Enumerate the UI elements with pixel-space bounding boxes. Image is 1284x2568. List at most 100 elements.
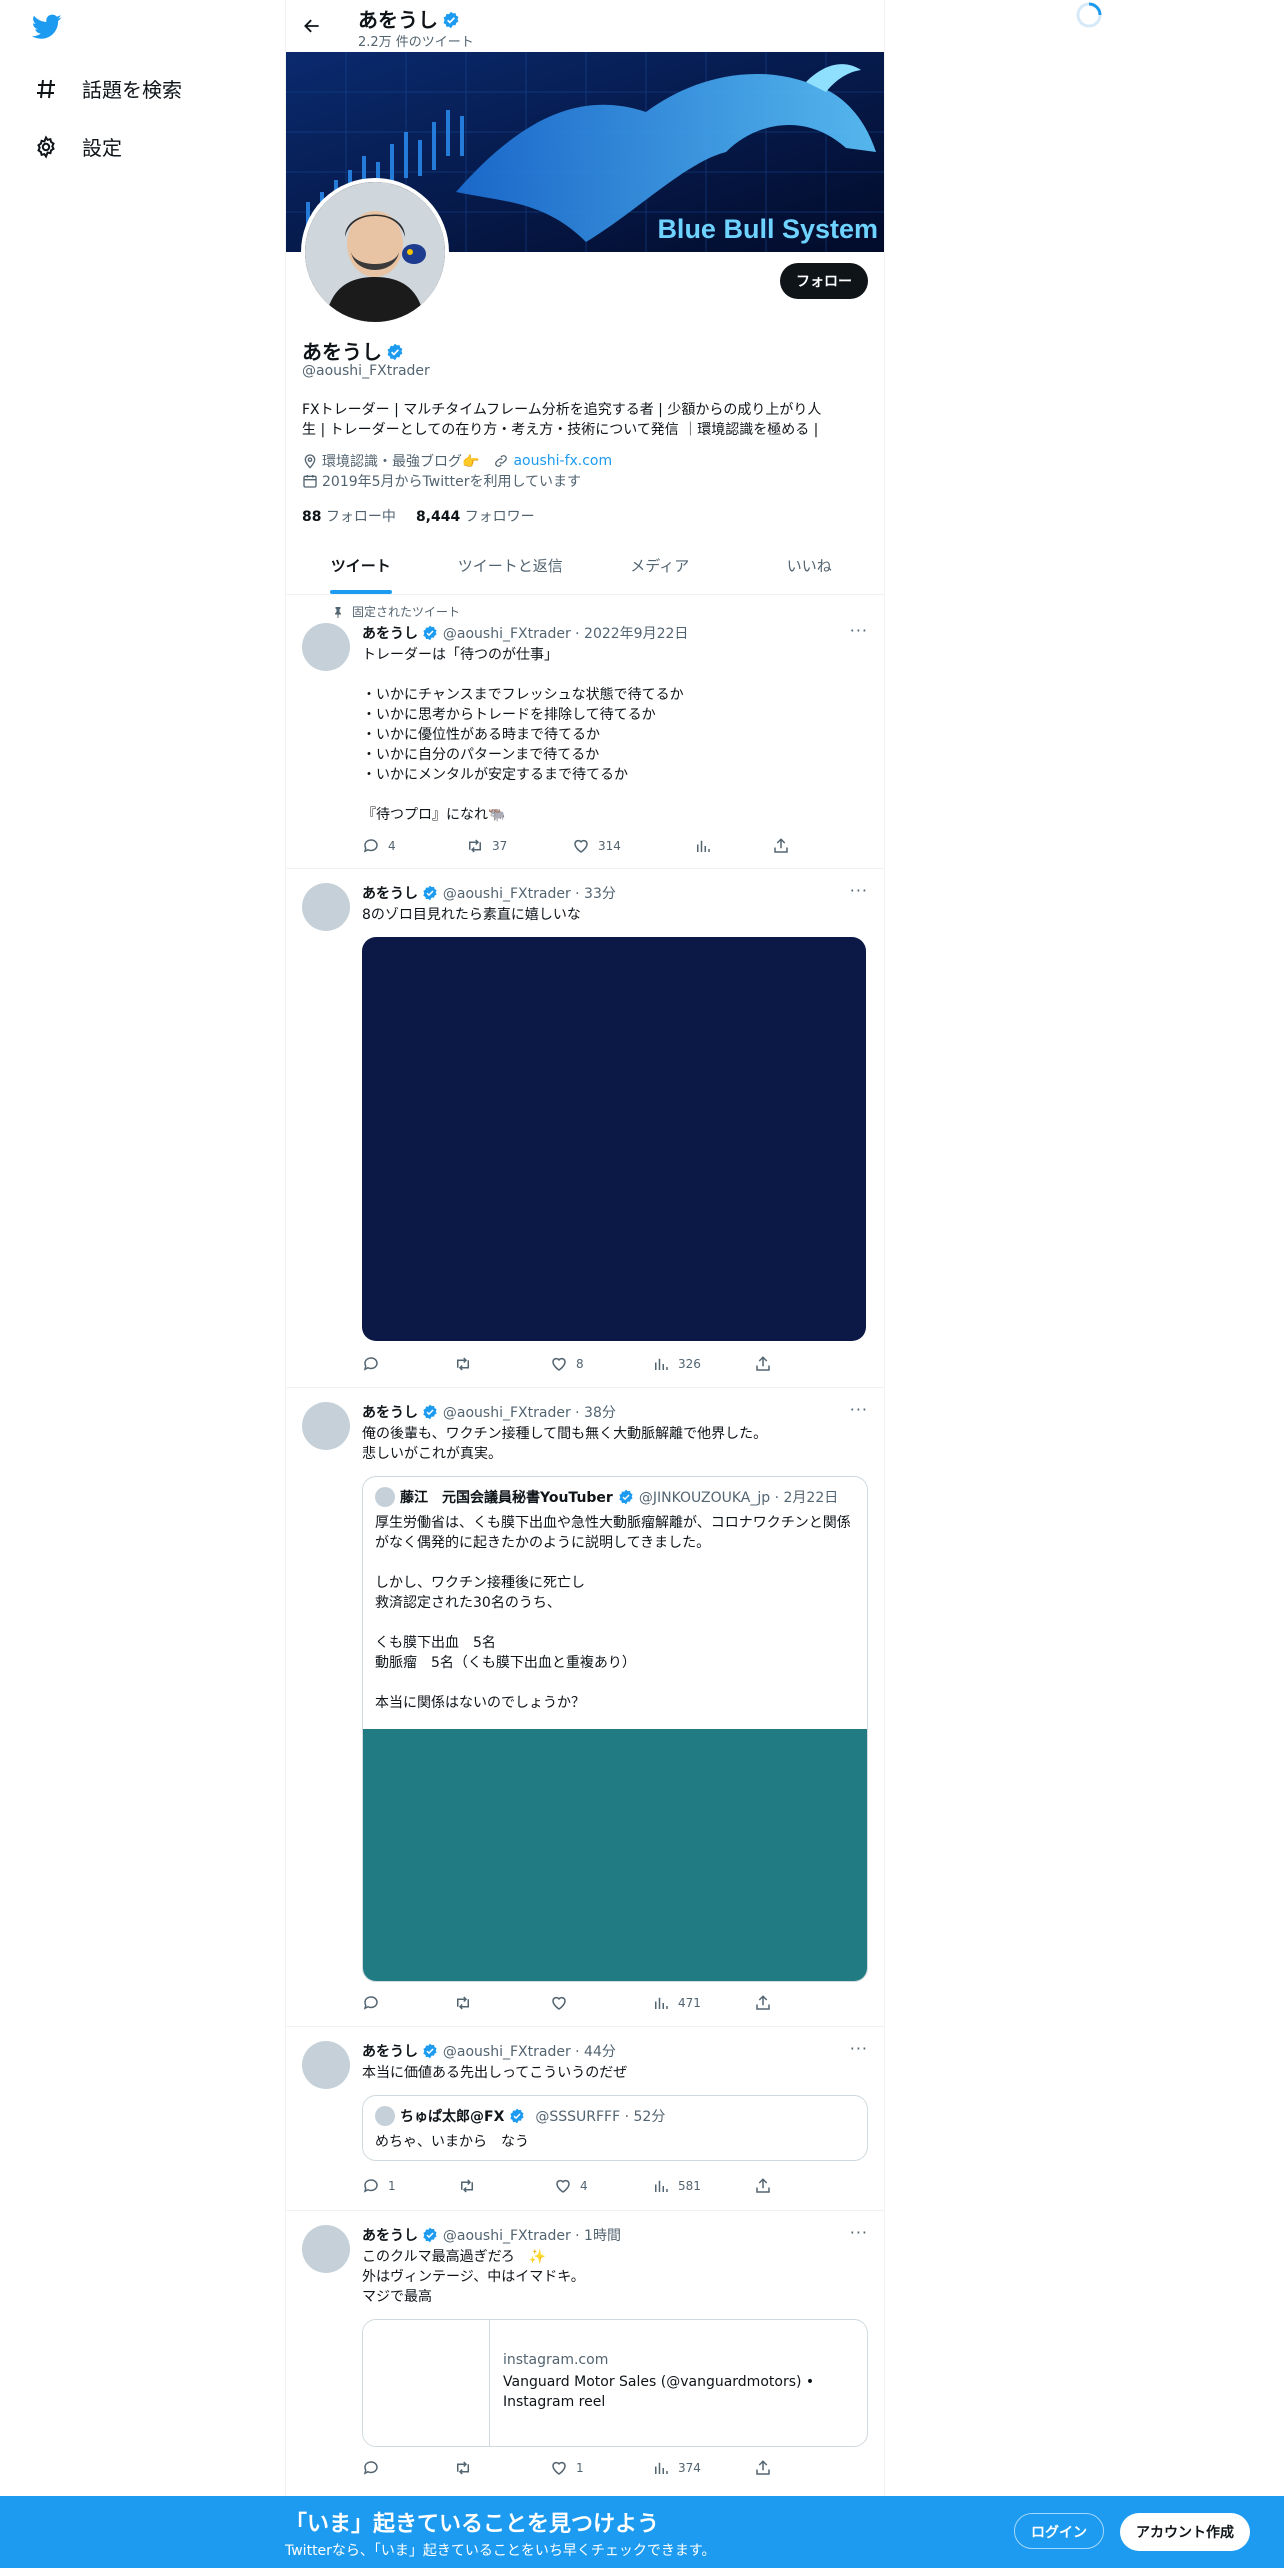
- tab-likes[interactable]: いいね: [735, 538, 885, 594]
- sidebar-item-settings[interactable]: 設定: [34, 132, 122, 161]
- bar-chart-icon: [652, 2459, 670, 2477]
- more-options-icon[interactable]: ···: [850, 621, 868, 640]
- tweet-avatar[interactable]: [302, 623, 350, 671]
- tweet[interactable]: あをうし @aoushi_FXtrader · 1時間 ··· このクルマ最高過…: [286, 2211, 884, 2501]
- tab-media[interactable]: メディア: [585, 538, 735, 594]
- quoted-tweet[interactable]: 藤江 元国会議員秘書YouTuber @JINKOUZOUKA_jp · 2月2…: [362, 1476, 868, 1982]
- tweet-text: トレーダーは「待つのが仕事」 ・いかにチャンスまでフレッシュな状態で待てるか ・…: [362, 647, 684, 823]
- tab-label: ツイート: [330, 557, 391, 575]
- tweet-avatar[interactable]: [302, 2225, 350, 2273]
- more-options-icon[interactable]: ···: [850, 881, 868, 900]
- verified-badge-icon: [618, 1489, 634, 1506]
- like-button[interactable]: 314: [572, 837, 621, 855]
- tweet[interactable]: あをうし @aoushi_FXtrader · 44分 ··· 本当に価値ある先…: [286, 2027, 884, 2211]
- tweet-author-name[interactable]: あをうし: [362, 2044, 418, 2060]
- sidebar-item-label: 設定: [82, 136, 122, 160]
- link-card-title-line1: Vanguard Motor Sales (@vanguardmotors) •: [503, 2374, 815, 2390]
- views-button[interactable]: 374: [652, 2459, 701, 2477]
- verified-badge-icon: [386, 339, 404, 363]
- profile-timeline-column: あをうし 2.2万 件のツイート Blue Bull System フォロー あ…: [285, 0, 885, 2500]
- tab-tweets[interactable]: ツイート: [286, 538, 436, 594]
- retweet-button[interactable]: [458, 2177, 484, 2195]
- like-button[interactable]: 8: [550, 1355, 584, 1373]
- tweet-author-name[interactable]: あをうし: [362, 2228, 418, 2244]
- tweet-count: 2.2万 件のツイート: [358, 35, 474, 50]
- tweet-pinned[interactable]: 固定されたツイート あをうし @aoushi_FXtrader · 2022年9…: [286, 595, 884, 869]
- retweet-button[interactable]: [454, 1994, 480, 2012]
- verified-badge-icon: [509, 2108, 525, 2125]
- tweet-avatar[interactable]: [302, 1402, 350, 1450]
- share-button[interactable]: [754, 1994, 772, 2012]
- twitter-logo-icon[interactable]: [32, 14, 62, 40]
- reply-button[interactable]: [362, 1355, 388, 1373]
- tweet-avatar[interactable]: [302, 883, 350, 931]
- back-arrow-icon[interactable]: [302, 16, 322, 36]
- create-account-button[interactable]: アカウント作成: [1120, 2513, 1250, 2551]
- heart-icon: [572, 837, 590, 855]
- tab-label: いいね: [786, 557, 832, 575]
- quote-text: 厚生労働省は、くも膜下出血や急性大動脈瘤解離が、コロナワクチンと関係がなく偶発的…: [375, 1515, 851, 1711]
- tweet-meta: @aoushi_FXtrader · 2022年9月22日: [442, 626, 689, 642]
- like-button[interactable]: [550, 1994, 576, 2012]
- profile-url-link[interactable]: aoushi-fx.com: [513, 453, 612, 469]
- tab-label: ツイートと返信: [457, 557, 563, 575]
- verified-badge-icon: [422, 2043, 438, 2060]
- tweet[interactable]: あをうし @aoushi_FXtrader · 33分 ··· 8のゾロ目見れた…: [286, 869, 884, 1388]
- share-button[interactable]: [754, 1355, 772, 1373]
- retweet-count: 37: [492, 839, 508, 853]
- views-button[interactable]: [694, 837, 720, 855]
- banner-text: Blue Bull System: [657, 214, 878, 244]
- followers-link[interactable]: 8,444 フォロワー: [416, 506, 535, 526]
- sidebar-item-explore[interactable]: 話題を検索: [34, 74, 182, 103]
- login-button[interactable]: ログイン: [1014, 2513, 1104, 2549]
- share-button[interactable]: [754, 2177, 772, 2195]
- more-options-icon[interactable]: ···: [850, 1400, 868, 1419]
- tweet-actions: 1 4 581: [362, 2177, 802, 2197]
- views-button[interactable]: 326: [652, 1355, 701, 1373]
- views-button[interactable]: 581: [652, 2177, 701, 2195]
- reply-button[interactable]: [362, 1994, 388, 2012]
- retweet-icon: [458, 2177, 476, 2195]
- quote-author-name: 藤江 元国会議員秘書YouTuber: [400, 1490, 613, 1506]
- like-count: 8: [576, 1357, 584, 1371]
- retweet-button[interactable]: [454, 2459, 480, 2477]
- tab-tweets-and-replies[interactable]: ツイートと返信: [436, 538, 586, 594]
- reply-button[interactable]: [362, 2459, 388, 2477]
- header-name: あをうし: [358, 8, 438, 32]
- quoted-tweet[interactable]: ちゅぱ太郎@FX @SSSURFFF · 52分 めちゃ、いまから なう: [362, 2095, 868, 2161]
- retweet-button[interactable]: 37: [466, 837, 507, 855]
- tweet[interactable]: あをうし @aoushi_FXtrader · 38分 ··· 俺の後輩も、ワク…: [286, 1388, 884, 2027]
- tweet-media-image[interactable]: [362, 937, 866, 1341]
- reply-icon: [362, 2459, 380, 2477]
- like-button[interactable]: 1: [550, 2459, 584, 2477]
- retweet-button[interactable]: [454, 1355, 480, 1373]
- like-button[interactable]: 4: [554, 2177, 588, 2195]
- tweet-author-name[interactable]: あをうし: [362, 1405, 418, 1421]
- tweet-actions: 471: [362, 1994, 802, 2014]
- tab-label: メディア: [630, 557, 690, 575]
- views-button[interactable]: 471: [652, 1994, 701, 2012]
- follow-button[interactable]: フォロー: [780, 263, 868, 299]
- quote-avatar: [375, 2106, 395, 2126]
- more-options-icon[interactable]: ···: [850, 2039, 868, 2058]
- tweet-author-name[interactable]: あをうし: [362, 886, 418, 902]
- tweet-avatar[interactable]: [302, 2041, 350, 2089]
- more-options-icon[interactable]: ···: [850, 2223, 868, 2242]
- link-card[interactable]: instagram.com Vanguard Motor Sales (@van…: [362, 2319, 868, 2447]
- profile-joined: 2019年5月からTwitterを利用しています: [322, 474, 582, 490]
- followers-count: 8,444: [415, 509, 461, 525]
- quote-media-image[interactable]: [363, 1729, 867, 1981]
- reply-button[interactable]: 1: [362, 2177, 396, 2195]
- like-count: 314: [598, 839, 621, 853]
- profile-avatar[interactable]: [301, 178, 449, 326]
- quote-avatar: [375, 1487, 395, 1507]
- tweet-author-name[interactable]: あをうし: [362, 626, 418, 642]
- reply-button[interactable]: 4: [362, 837, 396, 855]
- like-count: 1: [576, 2461, 584, 2475]
- following-link[interactable]: 88 フォロー中: [302, 506, 396, 526]
- sidebar-item-label: 話題を検索: [82, 78, 182, 102]
- share-button[interactable]: [754, 2459, 772, 2477]
- profile-tabs: ツイート ツイートと返信 メディア いいね: [286, 538, 884, 595]
- share-button[interactable]: [772, 837, 790, 855]
- following-label: フォロー中: [325, 509, 396, 525]
